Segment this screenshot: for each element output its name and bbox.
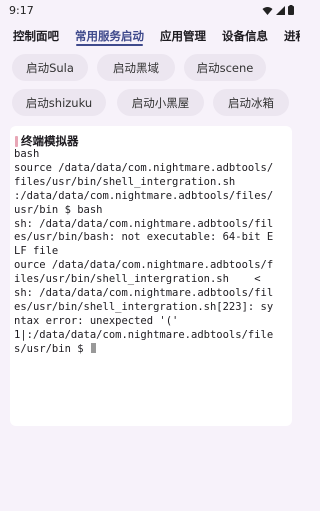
tab-app-management[interactable]: 应用管理 bbox=[160, 28, 206, 44]
terminal-line: es/usr/bin/bash: not executable: 64-bit … bbox=[14, 231, 274, 244]
start-xiaoheiwu-button[interactable]: 启动小黑屋 bbox=[117, 89, 204, 116]
terminal-line: iles/usr/bin/shell_intergration.sh < bbox=[14, 273, 261, 286]
tab-bar: 控制面吧 常用服务启动 应用管理 设备信息 进程 bbox=[0, 24, 300, 50]
terminal-prompt-line: s/usr/bin $ bbox=[14, 342, 90, 355]
terminal-line: LF file bbox=[14, 245, 59, 258]
status-bar: 9:17 bbox=[0, 0, 300, 20]
battery-icon bbox=[288, 5, 294, 15]
terminal-line: sh: /data/data/com.nightmare.adbtools/fi… bbox=[14, 287, 274, 300]
tab-processes[interactable]: 进程 bbox=[284, 28, 300, 44]
tab-common-services[interactable]: 常用服务启动 bbox=[75, 28, 144, 44]
start-heiyu-button[interactable]: 启动黑域 bbox=[97, 54, 175, 81]
terminal-line: usr/bin $ bash bbox=[14, 203, 103, 216]
terminal-line: sh: /data/data/com.nightmare.adbtools/fi… bbox=[14, 217, 274, 230]
tab-control-panel[interactable]: 控制面吧 bbox=[13, 28, 59, 44]
terminal-line: 1|:/data/data/com.nightmare.adbtools/fil… bbox=[14, 328, 274, 341]
terminal-line: ource /data/data/com.nightmare.adbtools/… bbox=[14, 259, 274, 272]
terminal-title: 终端模拟器 bbox=[15, 133, 79, 149]
status-time: 9:17 bbox=[9, 3, 34, 17]
tab-device-info[interactable]: 设备信息 bbox=[222, 28, 268, 44]
wifi-icon bbox=[262, 6, 273, 15]
signal-icon bbox=[276, 5, 285, 15]
terminal-title-text: 终端模拟器 bbox=[21, 134, 79, 148]
start-icebox-button[interactable]: 启动冰箱 bbox=[213, 89, 289, 116]
start-scene-button[interactable]: 启动scene bbox=[184, 54, 266, 81]
title-accent-mark bbox=[15, 135, 18, 147]
start-sula-button[interactable]: 启动Sula bbox=[12, 54, 88, 81]
active-tab-indicator bbox=[76, 44, 143, 46]
terminal-cursor bbox=[90, 342, 96, 353]
terminal-output[interactable]: bash source /data/data/com.nightmare.adb… bbox=[14, 148, 290, 357]
terminal-line: files/usr/bin/shell_intergration.sh bbox=[14, 175, 236, 188]
terminal-line: bash bbox=[14, 148, 40, 160]
status-icons bbox=[262, 5, 294, 15]
terminal-emulator-card[interactable]: 终端模拟器 bash source /data/data/com.nightma… bbox=[10, 126, 292, 426]
terminal-line: ntax error: unexpected '(' bbox=[14, 314, 179, 327]
terminal-line: source /data/data/com.nightmare.adbtools… bbox=[14, 161, 274, 174]
terminal-line: es/usr/bin/shell_intergration.sh[223]: s… bbox=[14, 300, 274, 313]
start-shizuku-button[interactable]: 启动shizuku bbox=[12, 89, 106, 116]
terminal-line: :/data/data/com.nightmare.adbtools/files… bbox=[14, 189, 274, 202]
